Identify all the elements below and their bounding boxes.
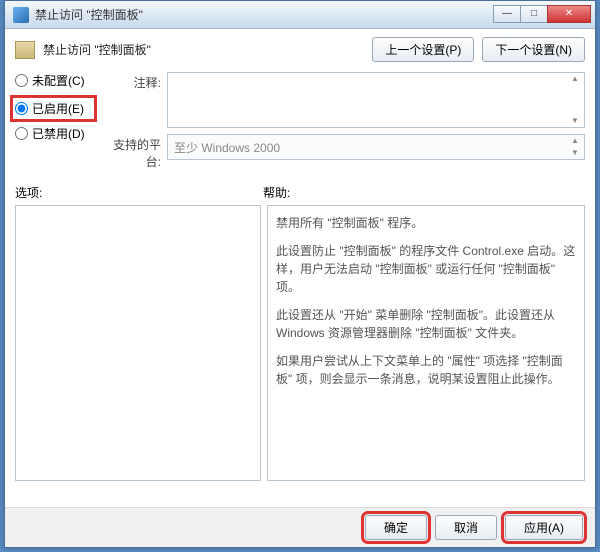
options-label: 选项:: [15, 184, 263, 201]
help-text: 禁用所有 "控制面板" 程序。: [276, 214, 576, 232]
panel-labels: 选项: 帮助:: [15, 184, 585, 201]
platform-label: 支持的平台:: [107, 134, 167, 170]
radio-disabled[interactable]: 已禁用(D): [15, 125, 97, 142]
window-controls: — □ ✕: [494, 5, 591, 25]
cancel-button[interactable]: 取消: [435, 515, 497, 540]
radio-not-configured-input[interactable]: [15, 74, 28, 87]
radio-column: 未配置(C) 已启用(E) 已禁用(D): [15, 72, 97, 176]
help-text: 此设置还从 "开始" 菜单删除 "控制面板"。此设置还从 Windows 资源管…: [276, 306, 576, 342]
fields-column: 注释: ▲ ▼ 支持的平台: 至少 Windows 2000 ▲: [107, 72, 585, 176]
policy-icon: [15, 41, 35, 59]
radio-enabled-label: 已启用(E): [32, 100, 84, 117]
ok-button[interactable]: 确定: [365, 515, 427, 540]
help-text: 如果用户尝试从上下文菜单上的 "属性" 项选择 "控制面板" 项，则会显示一条消…: [276, 352, 576, 388]
maximize-button[interactable]: □: [520, 5, 548, 23]
scroll-up-icon[interactable]: ▲: [567, 74, 583, 84]
scroll-down-icon[interactable]: ▼: [567, 148, 583, 158]
scroll-down-icon[interactable]: ▼: [567, 116, 583, 126]
help-text: 此设置防止 "控制面板" 的程序文件 Control.exe 启动。这样，用户无…: [276, 242, 576, 296]
config-area: 未配置(C) 已启用(E) 已禁用(D) 注释:: [15, 72, 585, 176]
platform-field: 至少 Windows 2000 ▲ ▼: [167, 134, 585, 160]
help-panel: 禁用所有 "控制面板" 程序。 此设置防止 "控制面板" 的程序文件 Contr…: [267, 205, 585, 481]
options-panel: [15, 205, 261, 481]
panels-row: 禁用所有 "控制面板" 程序。 此设置防止 "控制面板" 的程序文件 Contr…: [15, 205, 585, 481]
help-label: 帮助:: [263, 184, 290, 201]
titlebar: 禁止访问 "控制面板" — □ ✕: [5, 1, 595, 29]
comment-row: 注释: ▲ ▼: [107, 72, 585, 128]
radio-disabled-label: 已禁用(D): [32, 125, 85, 142]
highlight-enabled: 已启用(E): [10, 95, 97, 122]
radio-not-configured[interactable]: 未配置(C): [15, 72, 97, 89]
footer: 确定 取消 应用(A): [5, 507, 595, 547]
scroll-up-icon[interactable]: ▲: [567, 136, 583, 146]
radio-not-configured-label: 未配置(C): [32, 72, 85, 89]
content-area: 禁止访问 "控制面板" 上一个设置(P) 下一个设置(N) 未配置(C) 已启用…: [5, 29, 595, 489]
comment-textarea[interactable]: ▲ ▼: [167, 72, 585, 128]
previous-setting-button[interactable]: 上一个设置(P): [372, 37, 474, 62]
dialog-window: 禁止访问 "控制面板" — □ ✕ 禁止访问 "控制面板" 上一个设置(P) 下…: [4, 0, 596, 548]
apply-button[interactable]: 应用(A): [505, 515, 583, 540]
comment-scrollbar[interactable]: ▲ ▼: [567, 74, 583, 126]
app-icon: [13, 7, 29, 23]
radio-enabled[interactable]: 已启用(E): [15, 100, 92, 117]
radio-enabled-input[interactable]: [15, 102, 28, 115]
titlebar-text: 禁止访问 "控制面板": [35, 6, 494, 23]
close-button[interactable]: ✕: [547, 5, 591, 23]
radio-disabled-input[interactable]: [15, 127, 28, 140]
platform-scrollbar[interactable]: ▲ ▼: [567, 136, 583, 158]
policy-title: 禁止访问 "控制面板": [43, 41, 364, 58]
platform-value: 至少 Windows 2000: [174, 141, 280, 155]
minimize-button[interactable]: —: [493, 5, 521, 23]
next-setting-button[interactable]: 下一个设置(N): [482, 37, 585, 62]
header-row: 禁止访问 "控制面板" 上一个设置(P) 下一个设置(N): [15, 37, 585, 62]
comment-label: 注释:: [107, 72, 167, 128]
platform-row: 支持的平台: 至少 Windows 2000 ▲ ▼: [107, 134, 585, 170]
